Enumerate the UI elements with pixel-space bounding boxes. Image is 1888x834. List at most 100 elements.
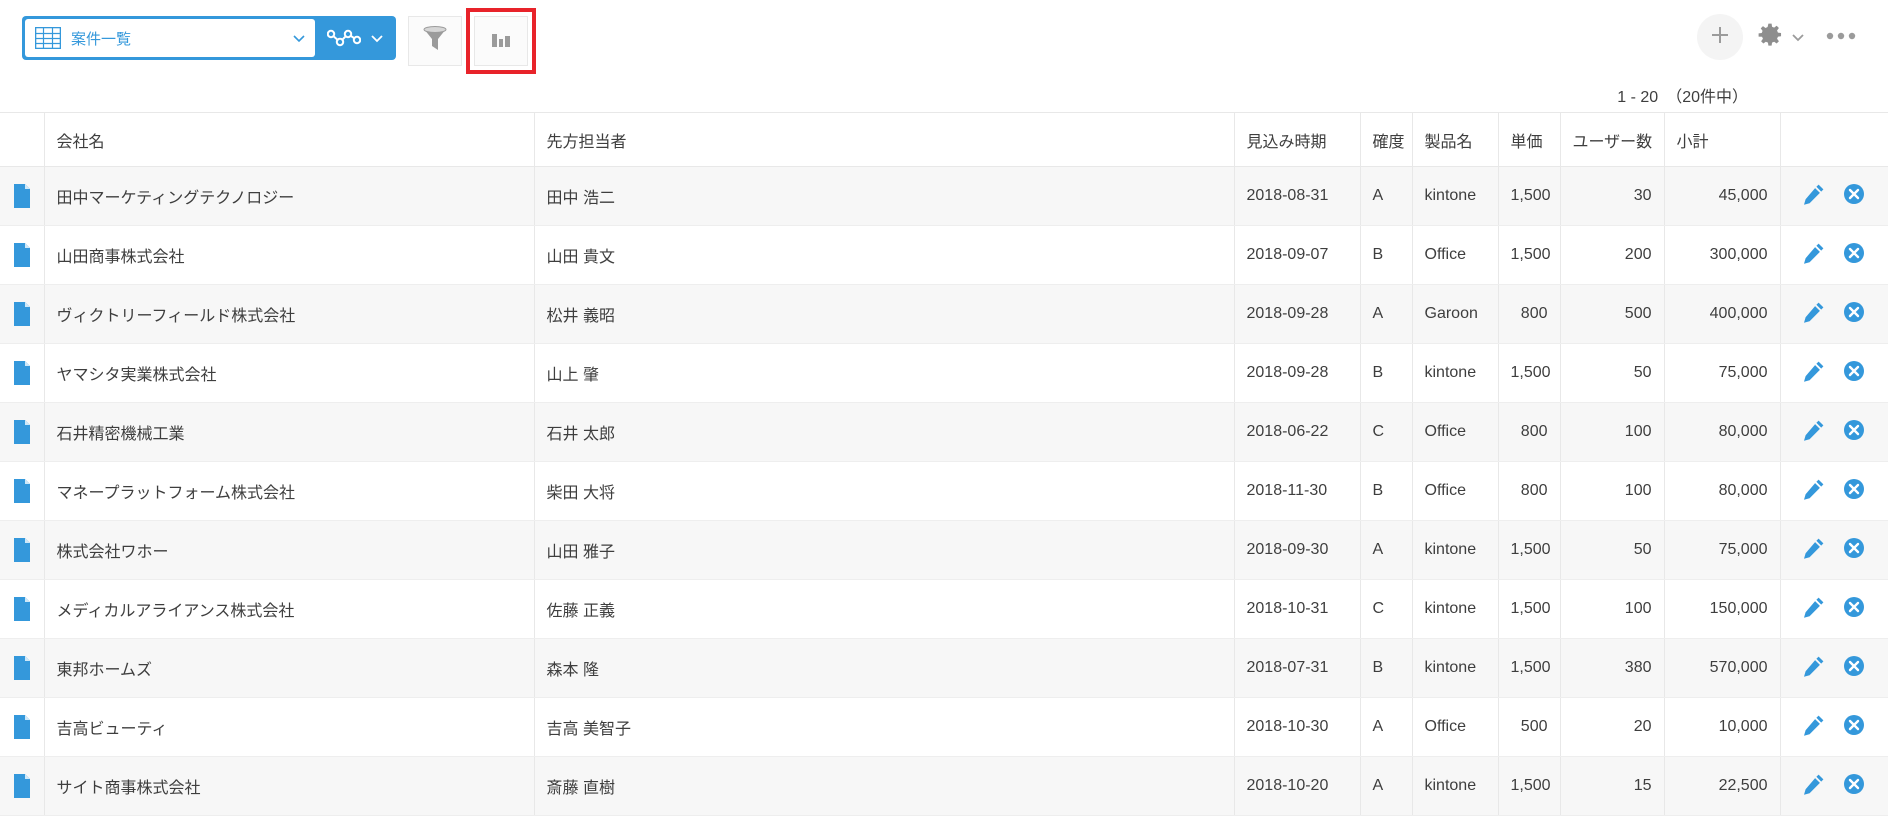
column-header-prob[interactable]: 確度 <box>1360 112 1413 167</box>
cell-subtotal: 45,000 <box>1664 166 1781 226</box>
cell-subtotal: 80,000 <box>1664 461 1781 521</box>
row-document-icon[interactable] <box>0 697 45 757</box>
cell-unit-price: 800 <box>1498 402 1561 462</box>
cell-subtotal: 150,000 <box>1664 579 1781 639</box>
edit-record-icon[interactable] <box>1803 773 1825 800</box>
table-row[interactable]: メディカルアライアンス株式会社 佐藤 正義 2018-10-31 Ckintone 1,… <box>0 579 1888 639</box>
table-row[interactable]: サイト商事株式会社 斎藤 直樹 2018-10-20 Akintone 1,500 15 2… <box>0 756 1888 816</box>
cell-actions <box>1780 461 1888 521</box>
toolbar-right-actions <box>1697 14 1862 60</box>
table-row[interactable]: 吉高ビューティ 吉高 美智子 2018-10-30 A Office 500 20 10,00… <box>0 697 1888 757</box>
row-document-icon[interactable] <box>0 520 45 580</box>
cell-user-count: 100 <box>1560 402 1665 462</box>
delete-record-icon[interactable] <box>1843 242 1865 269</box>
row-document-icon[interactable] <box>0 638 45 698</box>
column-header-users[interactable]: ユーザー数 <box>1560 112 1665 167</box>
delete-record-icon[interactable] <box>1843 537 1865 564</box>
cell-unit-price: 1,500 <box>1498 343 1561 403</box>
table-row[interactable]: ヴィクトリーフィールド株式会社 松井 義昭 2018-09-28 A Garoon 800… <box>0 284 1888 344</box>
cell-user-count: 100 <box>1560 461 1665 521</box>
cell-user-count: 50 <box>1560 520 1665 580</box>
delete-record-icon[interactable] <box>1843 419 1865 446</box>
row-document-icon[interactable] <box>0 343 45 403</box>
delete-record-icon[interactable] <box>1843 183 1865 210</box>
cell-product: Office <box>1412 225 1499 285</box>
delete-record-icon[interactable] <box>1843 714 1865 741</box>
cell-user-count: 500 <box>1560 284 1665 344</box>
cell-product: kintone <box>1412 520 1499 580</box>
column-header-actions <box>1780 112 1888 167</box>
cell-user-count: 20 <box>1560 697 1665 757</box>
filter-button[interactable] <box>408 16 462 66</box>
edit-record-icon[interactable] <box>1803 183 1825 210</box>
delete-record-icon[interactable] <box>1843 596 1865 623</box>
more-options-button[interactable] <box>1820 14 1862 60</box>
row-document-icon[interactable] <box>0 402 45 462</box>
cell-actions <box>1780 402 1888 462</box>
cell-actions <box>1780 579 1888 639</box>
ellipsis-icon <box>1826 28 1856 46</box>
add-record-button[interactable] <box>1697 14 1743 60</box>
cell-probability: A <box>1360 284 1413 344</box>
row-document-icon[interactable] <box>0 225 45 285</box>
delete-record-icon[interactable] <box>1843 773 1865 800</box>
view-switcher: 案件一覧 <box>22 16 396 60</box>
table-row[interactable]: 田中マーケティングテクノロジー 田中 浩二 2018-08-31 Akintone 1,… <box>0 166 1888 226</box>
column-header-date[interactable]: 見込み時期 <box>1234 112 1361 167</box>
cell-probability: A <box>1360 166 1413 226</box>
chart-button[interactable] <box>466 8 536 74</box>
column-header-sub[interactable]: 小計 <box>1664 112 1781 167</box>
cell-person: 石井 太郎 <box>534 402 1235 462</box>
edit-record-icon[interactable] <box>1803 537 1825 564</box>
table-row[interactable]: 東邦ホームズ 森本 隆 2018-07-31 Bkintone 1,500 380 570,… <box>0 638 1888 698</box>
column-header-company[interactable]: 会社名 <box>44 112 535 167</box>
cell-person: 斎藤 直樹 <box>534 756 1235 816</box>
edit-record-icon[interactable] <box>1803 655 1825 682</box>
cell-person: 松井 義昭 <box>534 284 1235 344</box>
edit-record-icon[interactable] <box>1803 419 1825 446</box>
toolbar: 案件一覧 <box>0 0 1888 78</box>
delete-record-icon[interactable] <box>1843 301 1865 328</box>
cell-subtotal: 75,000 <box>1664 520 1781 580</box>
cell-actions <box>1780 166 1888 226</box>
cell-actions <box>1780 284 1888 344</box>
edit-record-icon[interactable] <box>1803 360 1825 387</box>
cell-user-count: 200 <box>1560 225 1665 285</box>
row-document-icon[interactable] <box>0 756 45 816</box>
cell-probability: A <box>1360 756 1413 816</box>
settings-button[interactable] <box>1751 14 1812 60</box>
cell-company: マネープラットフォーム株式会社 <box>44 461 535 521</box>
column-header-product[interactable]: 製品名 <box>1412 112 1499 167</box>
cell-company: 東邦ホームズ <box>44 638 535 698</box>
table-row[interactable]: 山田商事株式会社 山田 貴文 2018-09-07 B Office 1,500 200 30… <box>0 225 1888 285</box>
table-row[interactable]: マネープラットフォーム株式会社 柴田 大将 2018-11-30 B Office 800… <box>0 461 1888 521</box>
table-row[interactable]: ヤマシタ実業株式会社 山上 肇 2018-09-28 Bkintone 1,500 50 7… <box>0 343 1888 403</box>
row-document-icon[interactable] <box>0 166 45 226</box>
cell-subtotal: 22,500 <box>1664 756 1781 816</box>
delete-record-icon[interactable] <box>1843 478 1865 505</box>
cell-user-count: 15 <box>1560 756 1665 816</box>
row-document-icon[interactable] <box>0 579 45 639</box>
edit-record-icon[interactable] <box>1803 242 1825 269</box>
plus-icon <box>1708 23 1732 52</box>
cell-unit-price: 1,500 <box>1498 579 1561 639</box>
table-row[interactable]: 株式会社ワホー 山田 雅子 2018-09-30 Akintone 1,500 50 75,… <box>0 520 1888 580</box>
graph-view-button[interactable] <box>315 19 393 57</box>
bar-chart-icon <box>489 27 513 56</box>
view-selector[interactable]: 案件一覧 <box>25 19 315 57</box>
row-document-icon[interactable] <box>0 284 45 344</box>
edit-record-icon[interactable] <box>1803 714 1825 741</box>
cell-probability: A <box>1360 520 1413 580</box>
row-document-icon[interactable] <box>0 461 45 521</box>
cell-product: kintone <box>1412 756 1499 816</box>
edit-record-icon[interactable] <box>1803 596 1825 623</box>
edit-record-icon[interactable] <box>1803 478 1825 505</box>
column-header-price[interactable]: 単価 <box>1498 112 1561 167</box>
edit-record-icon[interactable] <box>1803 301 1825 328</box>
cell-date: 2018-10-20 <box>1234 756 1361 816</box>
delete-record-icon[interactable] <box>1843 360 1865 387</box>
delete-record-icon[interactable] <box>1843 655 1865 682</box>
table-row[interactable]: 石井精密機械工業 石井 太郎 2018-06-22 C Office 800 100 80,0… <box>0 402 1888 462</box>
cell-person: 山田 貴文 <box>534 225 1235 285</box>
column-header-person[interactable]: 先方担当者 <box>534 112 1235 167</box>
